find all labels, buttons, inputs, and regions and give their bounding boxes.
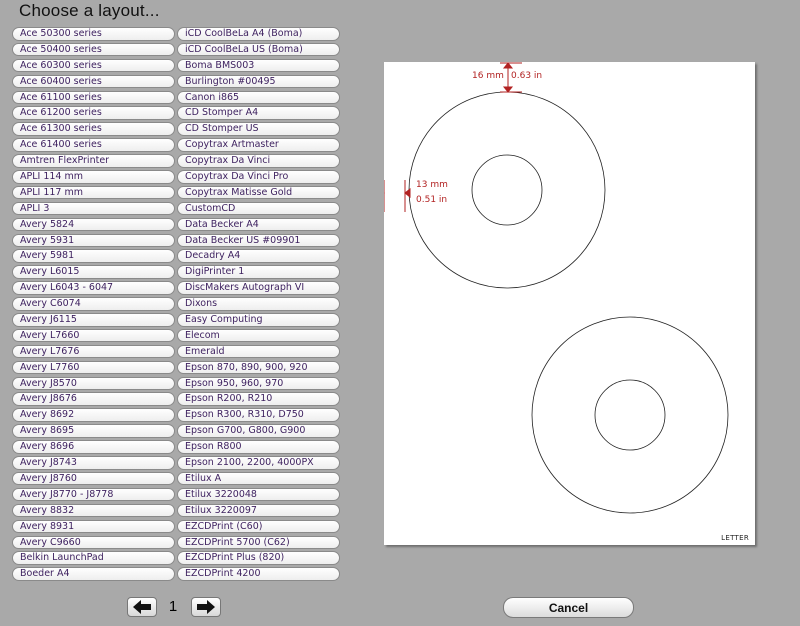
layout-option[interactable]: Epson 870, 890, 900, 920 xyxy=(177,360,340,375)
layout-option[interactable]: Avery J8743 xyxy=(12,456,175,470)
left-margin-dimension xyxy=(384,180,411,212)
layout-option[interactable]: EZCDPrint (C60) xyxy=(177,519,340,534)
layout-option[interactable]: APLI 117 mm xyxy=(12,185,175,200)
layout-option[interactable]: DiscMakers Autograph VI xyxy=(177,281,340,295)
layout-option[interactable]: Ace 50300 series xyxy=(12,27,175,41)
layout-option[interactable]: Avery C6074 xyxy=(12,297,175,311)
layout-option[interactable]: Avery 5824 xyxy=(12,217,175,232)
layout-list-column-2: iCD CoolBeLa A4 (Boma) iCD CoolBeLa US (B… xyxy=(177,27,340,583)
layout-option[interactable]: iCD CoolBeLa US (Boma) xyxy=(177,42,340,57)
layout-option[interactable]: CD Stomper A4 xyxy=(177,106,340,120)
layout-option[interactable]: Copytrax Artmaster xyxy=(177,138,340,152)
top-margin-in: 0.63 in xyxy=(511,71,543,81)
layout-option[interactable]: Belkin LaunchPad xyxy=(12,551,175,565)
layout-option[interactable]: Ace 61400 series xyxy=(12,138,175,152)
disc-inner-bottom xyxy=(594,379,666,451)
disc-outer-top xyxy=(408,91,606,289)
layout-option[interactable]: Epson R300, R310, D750 xyxy=(177,408,340,422)
next-page-button[interactable] xyxy=(191,597,221,617)
layout-option[interactable]: APLI 3 xyxy=(12,201,175,216)
layout-option[interactable]: EZCDPrint Plus (820) xyxy=(177,551,340,565)
layout-option[interactable]: Avery L7760 xyxy=(12,360,175,375)
layout-option[interactable]: Epson R800 xyxy=(177,440,340,454)
layout-option[interactable]: Epson 950, 960, 970 xyxy=(177,376,340,391)
layout-option[interactable]: Boma BMS003 xyxy=(177,58,340,73)
layout-option[interactable]: Data Becker A4 xyxy=(177,217,340,232)
layout-option[interactable]: Ace 61300 series xyxy=(12,122,175,136)
layout-option[interactable]: Ace 60300 series xyxy=(12,58,175,73)
layout-option[interactable]: Copytrax Da Vinci xyxy=(177,154,340,168)
layout-option[interactable]: Decadry A4 xyxy=(177,249,340,263)
layout-option[interactable]: Avery 8832 xyxy=(12,503,175,518)
left-margin-in: 0.51 in xyxy=(416,195,448,205)
layout-option[interactable]: Etilux 3220097 xyxy=(177,503,340,518)
layout-option[interactable]: DigiPrinter 1 xyxy=(177,265,340,279)
layout-option[interactable]: Avery L7676 xyxy=(12,344,175,359)
layout-option[interactable]: Ace 50400 series xyxy=(12,42,175,57)
layout-option[interactable]: Ace 60400 series xyxy=(12,74,175,89)
paper-size-label: LETTER xyxy=(721,534,749,542)
cancel-button[interactable]: Cancel xyxy=(503,597,634,618)
layout-option[interactable]: Avery J8676 xyxy=(12,392,175,406)
layout-option[interactable]: Avery J6115 xyxy=(12,313,175,327)
disc-inner-top xyxy=(471,154,543,226)
layout-option[interactable]: Avery 8696 xyxy=(12,440,175,454)
layout-option[interactable]: Avery J8770 - J8778 xyxy=(12,487,175,502)
layout-option[interactable]: Etilux 3220048 xyxy=(177,487,340,502)
layout-option[interactable]: Ace 61200 series xyxy=(12,106,175,120)
layout-option[interactable]: EZCDPrint 4200 xyxy=(177,567,340,581)
layout-option[interactable]: Data Becker US #09901 xyxy=(177,233,340,248)
preview-drawing xyxy=(384,62,729,514)
arrow-right-icon xyxy=(197,600,215,614)
layout-option[interactable]: Avery 8692 xyxy=(12,408,175,422)
layout-option[interactable]: Avery L7660 xyxy=(12,328,175,343)
layout-option[interactable]: Avery C9660 xyxy=(12,535,175,549)
layout-option[interactable]: Avery J8760 xyxy=(12,471,175,486)
layout-option[interactable]: Avery 8931 xyxy=(12,519,175,534)
layout-option[interactable]: Avery 5931 xyxy=(12,233,175,248)
disc-outer-bottom xyxy=(531,316,729,514)
top-margin-mm: 16 mm xyxy=(472,71,504,81)
layout-option[interactable]: Etilux A xyxy=(177,471,340,486)
layout-option[interactable]: Avery J8570 xyxy=(12,376,175,391)
previous-page-button[interactable] xyxy=(127,597,157,617)
layout-option[interactable]: Burlington #00495 xyxy=(177,74,340,89)
layout-option[interactable]: Copytrax Da Vinci Pro xyxy=(177,170,340,184)
layout-option[interactable]: Easy Computing xyxy=(177,313,340,327)
layout-option[interactable]: Avery 8695 xyxy=(12,424,175,438)
layout-option[interactable]: Emerald xyxy=(177,344,340,359)
layout-option[interactable]: EZCDPrint 5700 (C62) xyxy=(177,535,340,549)
layout-option[interactable]: Epson 2100, 2200, 4000PX xyxy=(177,456,340,470)
layout-option[interactable]: Avery 5981 xyxy=(12,249,175,263)
left-margin-mm: 13 mm xyxy=(416,180,448,190)
layout-option[interactable]: Amtren FlexPrinter xyxy=(12,154,175,168)
arrow-left-icon xyxy=(133,600,151,614)
layout-option[interactable]: CustomCD xyxy=(177,201,340,216)
layout-option[interactable]: Dixons xyxy=(177,297,340,311)
page-number: 1 xyxy=(168,598,178,615)
layout-option[interactable]: APLI 114 mm xyxy=(12,170,175,184)
layout-option[interactable]: Avery L6015 xyxy=(12,265,175,279)
layout-option[interactable]: Canon i865 xyxy=(177,90,340,105)
layout-preview: 16 mm 0.63 in 13 mm 0.51 in LETTER xyxy=(384,62,755,545)
layout-option[interactable]: Epson G700, G800, G900 xyxy=(177,424,340,438)
layout-list-column-1: Ace 50300 series Ace 50400 series Ace 6030… xyxy=(12,27,175,583)
layout-option[interactable]: Avery L6043 - 6047 xyxy=(12,281,175,295)
layout-option[interactable]: iCD CoolBeLa A4 (Boma) xyxy=(177,27,340,41)
layout-option[interactable]: CD Stomper US xyxy=(177,122,340,136)
layout-option[interactable]: Boeder A4 xyxy=(12,567,175,581)
layout-option[interactable]: Elecom xyxy=(177,328,340,343)
layout-option[interactable]: Ace 61100 series xyxy=(12,90,175,105)
layout-option[interactable]: Copytrax Matisse Gold xyxy=(177,185,340,200)
layout-option[interactable]: Epson R200, R210 xyxy=(177,392,340,406)
dialog-title: Choose a layout... xyxy=(19,1,160,20)
